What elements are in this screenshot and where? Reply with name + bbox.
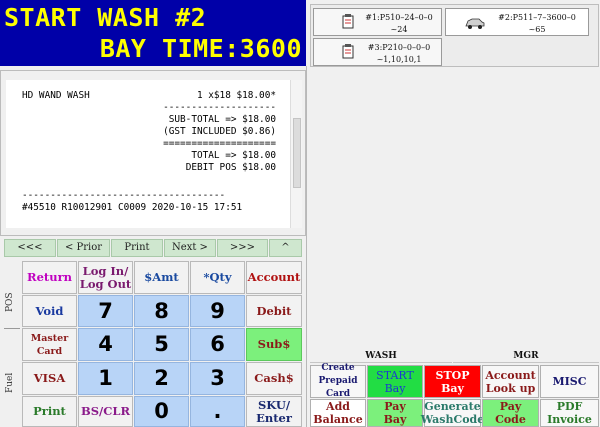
vertical-divider: [306, 66, 307, 427]
misc-button[interactable]: MISC: [540, 365, 599, 398]
subtotal-button[interactable]: Sub$: [246, 328, 302, 361]
bay-2-line-2: ~65: [528, 25, 546, 34]
acct-label-2: Look up: [485, 381, 536, 395]
receipt-separator: ====================: [163, 138, 276, 149]
digit-7-key[interactable]: 7: [78, 295, 133, 327]
receipt-total: TOTAL => $18.00: [191, 150, 276, 161]
receipt-separator: ------------------------------------: [22, 190, 226, 201]
pdf-label-2: Invoice: [547, 413, 592, 426]
bay-2-line-1: #2:P511–7–3600–0: [498, 13, 576, 22]
bay-2-tile[interactable]: #2:P511–7–3600–0 ~65: [445, 8, 589, 36]
receipt-subtotal: SUB-TOTAL => $18.00: [168, 114, 276, 125]
receipt-gst: (GST INCLUDED $0.86): [163, 126, 276, 137]
dollar-amount-button[interactable]: $Amt: [134, 261, 189, 294]
stop-label-2: Bay: [441, 381, 464, 395]
digit-1-key[interactable]: 1: [78, 362, 133, 395]
account-lookup-button[interactable]: Account Look up: [482, 365, 539, 398]
acct-label-1: Account: [485, 368, 536, 382]
digit-5-key[interactable]: 5: [134, 328, 189, 361]
start-bay-button[interactable]: START Bay: [367, 365, 423, 398]
sku-enter-button[interactable]: SKU/ Enter: [246, 396, 302, 427]
paybay-label-2: Bay: [383, 413, 407, 426]
cash-button[interactable]: Cash$: [246, 362, 302, 395]
mastercard-button[interactable]: Master Card: [22, 328, 77, 361]
decimal-point-key[interactable]: .: [190, 396, 245, 427]
add-balance-button[interactable]: Add Balance: [310, 399, 366, 427]
print-receipt-button[interactable]: Print: [111, 239, 163, 257]
print-button[interactable]: Print: [22, 396, 77, 427]
gen-label-1: Generate: [424, 400, 481, 413]
start-label-1: START: [376, 368, 414, 382]
start-label-2: Bay: [384, 381, 406, 395]
account-button[interactable]: Account: [246, 261, 302, 294]
digit-9-key[interactable]: 9: [190, 295, 245, 327]
receipt-footer: #45510 R10012901 C0009 2020-10-15 17:51: [22, 202, 243, 213]
side-divider: [4, 328, 20, 329]
car-wash-bay-icon: [342, 44, 354, 59]
login-logout-button[interactable]: Log In/ Log Out: [78, 261, 133, 294]
pay-bay-button[interactable]: Pay Bay: [367, 399, 423, 427]
header-line-1: START WASH #2: [4, 3, 207, 32]
digit-0-key[interactable]: 0: [134, 396, 189, 427]
create-label-2: Prepaid Card: [318, 376, 358, 399]
return-button[interactable]: Return: [22, 261, 77, 294]
tab-wash[interactable]: WASH: [310, 349, 452, 363]
next-button[interactable]: Next >: [164, 239, 216, 257]
bay-1-tile[interactable]: #1:P510–24–0–0 ~24: [313, 8, 442, 36]
status-header: START WASH #2 BAY TIME:3600: [0, 0, 306, 66]
create-prepaid-card-button[interactable]: Create Prepaid Card: [310, 363, 366, 399]
bay-1-line-1: #1:P510–24–0–0: [365, 13, 433, 22]
receipt-scrollbar[interactable]: [290, 80, 302, 228]
gen-label-2: WashCode: [420, 413, 485, 426]
receipt-debit: DEBIT POS $18.00: [185, 162, 276, 173]
tab-mgr[interactable]: MGR: [453, 349, 599, 363]
last-page-button[interactable]: >>>: [217, 239, 268, 257]
visa-button[interactable]: VISA: [22, 362, 77, 395]
create-label-1: Create: [321, 363, 355, 373]
bay-3-tile[interactable]: #3:P210–0–0–0 ~1,10,10,1: [313, 38, 442, 66]
pos-side-label: POS: [5, 292, 15, 312]
first-page-button[interactable]: <<<: [4, 239, 56, 257]
digit-4-key[interactable]: 4: [78, 328, 133, 361]
receipt-separator: --------------------: [163, 102, 276, 113]
header-line-2: BAY TIME:3600: [99, 34, 302, 63]
receipt-item-qty: 1 x$18 $18.00*: [196, 90, 276, 101]
digit-3-key[interactable]: 3: [190, 362, 245, 395]
fuel-side-label: Fuel: [5, 372, 15, 393]
add-label-2: Balance: [313, 413, 363, 426]
pdf-invoice-button[interactable]: PDF Invoice: [540, 399, 599, 427]
stop-label-1: STOP: [435, 368, 470, 382]
bay-1-line-2: ~24: [390, 25, 408, 34]
digit-6-key[interactable]: 6: [190, 328, 245, 361]
right-work-area: [306, 70, 600, 348]
car-wash-bay-icon: [342, 14, 354, 29]
paycode-label-2: Code: [495, 413, 526, 426]
add-label-1: Add: [326, 400, 350, 413]
void-button[interactable]: Void: [22, 295, 77, 327]
pdf-label-1: PDF: [556, 400, 583, 413]
sku-label-1: SKU/: [257, 397, 291, 412]
paybay-label-1: Pay: [384, 400, 406, 413]
pay-code-button[interactable]: Pay Code: [482, 399, 539, 427]
scroll-up-button[interactable]: ^: [269, 239, 302, 257]
stop-bay-button[interactable]: STOP Bay: [424, 365, 481, 398]
quantity-button[interactable]: *Qty: [190, 261, 245, 294]
scrollbar-thumb[interactable]: [293, 118, 301, 188]
backspace-clear-button[interactable]: BS/CLR: [78, 396, 133, 427]
bay-3-line-2: ~1,10,10,1: [376, 55, 422, 64]
digit-8-key[interactable]: 8: [134, 295, 189, 327]
bay-3-line-1: #3:P210–0–0–0: [367, 43, 431, 52]
login-label-2: Log Out: [79, 276, 132, 291]
receipt-view: HD WAND WASH 1 x$18 $18.00* ------------…: [6, 80, 290, 228]
debit-button[interactable]: Debit: [246, 295, 302, 327]
generate-washcode-button[interactable]: Generate WashCode: [421, 399, 484, 427]
prior-button[interactable]: < Prior: [57, 239, 110, 257]
login-label-1: Log In/: [82, 263, 129, 278]
car-icon: [465, 18, 485, 29]
digit-2-key[interactable]: 2: [134, 362, 189, 395]
paycode-label-1: Pay: [499, 400, 522, 413]
sku-label-2: Enter: [256, 410, 292, 425]
